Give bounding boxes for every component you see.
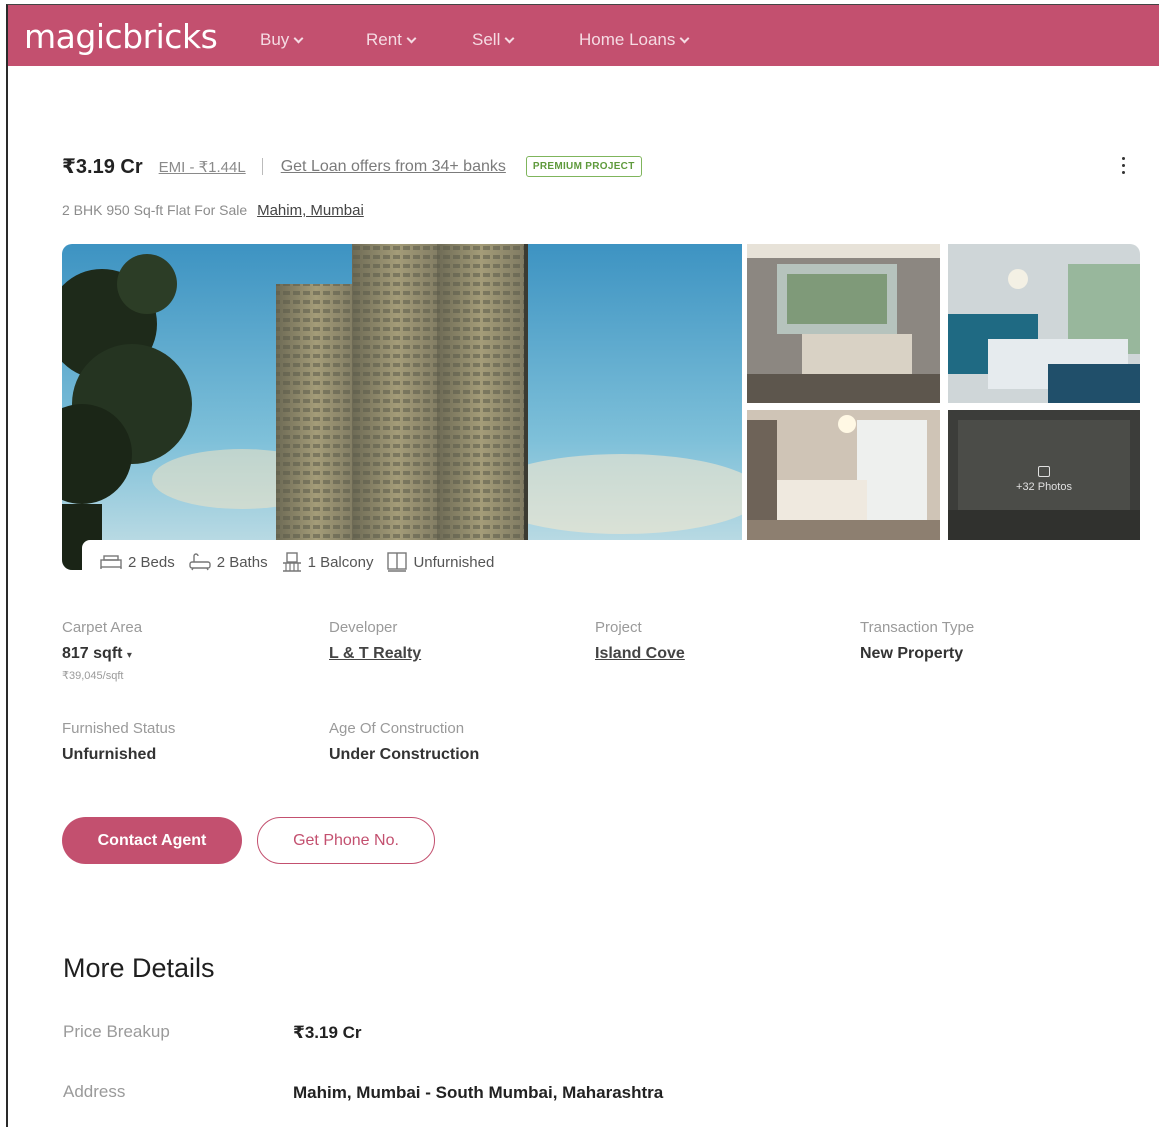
carpet-area-label: Carpet Area bbox=[62, 619, 143, 636]
price-breakup-label: Price Breakup bbox=[63, 1022, 170, 1041]
photos-count-label: +32 Photos bbox=[1016, 481, 1072, 493]
developer-link[interactable]: L & T Realty bbox=[329, 645, 421, 663]
price: ₹3.19 Cr bbox=[62, 156, 143, 178]
bedroom-image bbox=[948, 244, 1140, 403]
more-options-icon[interactable] bbox=[1116, 154, 1130, 178]
emi-link[interactable]: EMI - ₹1.44L bbox=[159, 158, 246, 176]
nav-home-loans[interactable]: Home Loans bbox=[579, 30, 690, 50]
chevron-down-icon bbox=[679, 33, 690, 43]
photo-thumb-2[interactable] bbox=[948, 244, 1140, 403]
project-link[interactable]: Island Cove bbox=[595, 645, 685, 663]
premium-project-badge: PREMIUM PROJECT bbox=[525, 156, 642, 177]
get-phone-button[interactable]: Get Phone No. bbox=[257, 817, 435, 864]
nav-rent[interactable]: Rent bbox=[366, 30, 417, 50]
amenity-label: 2 Beds bbox=[128, 553, 175, 571]
nav-label: Buy bbox=[260, 30, 290, 49]
amenities-bar: 2 Beds 2 Baths 1 Balcony Unfurnished bbox=[82, 540, 1138, 584]
nav-buy[interactable]: Buy bbox=[260, 30, 304, 50]
furnished-status-value: Unfurnished bbox=[62, 746, 157, 763]
loan-offers-link[interactable]: Get Loan offers from 34+ banks bbox=[281, 158, 506, 176]
divider bbox=[261, 158, 263, 175]
address-label: Address bbox=[63, 1082, 126, 1101]
logo[interactable]: magicbricks bbox=[24, 17, 218, 56]
chevron-down-icon bbox=[293, 33, 304, 43]
furnished-status-label: Furnished Status bbox=[62, 720, 176, 737]
listing-subtitle: 2 BHK 950 Sq-ft Flat For Sale Mahim, Mum… bbox=[62, 202, 364, 219]
balcony-icon bbox=[282, 552, 301, 572]
bed-icon bbox=[100, 555, 122, 569]
amenity-label: Unfurnished bbox=[413, 553, 495, 571]
transaction-type-value: New Property bbox=[860, 645, 964, 662]
listing-type: 2 BHK 950 Sq-ft Flat For Sale bbox=[62, 202, 248, 218]
location-link[interactable]: Mahim, Mumbai bbox=[257, 202, 364, 219]
photo-thumb-4[interactable]: +32 Photos bbox=[948, 410, 1140, 540]
transaction-type-label: Transaction Type bbox=[860, 619, 975, 636]
photo-thumb-1[interactable] bbox=[747, 244, 940, 403]
bedroom-image bbox=[747, 244, 940, 403]
nav-sell[interactable]: Sell bbox=[472, 30, 515, 50]
carpet-area-text: 817 sqft bbox=[62, 645, 123, 662]
furnishing-icon bbox=[387, 552, 408, 572]
price-row: ₹3.19 Cr EMI - ₹1.44L Get Loan offers fr… bbox=[62, 154, 642, 179]
amenity-balcony: 1 Balcony bbox=[282, 552, 374, 572]
chevron-down-icon bbox=[504, 33, 515, 43]
price-per-sqft: ₹39,045/sqft bbox=[62, 670, 124, 682]
price-breakup-value: ₹3.19 Cr bbox=[293, 1023, 362, 1042]
amenity-label: 2 Baths bbox=[216, 553, 268, 571]
amenity-furnishing: Unfurnished bbox=[387, 552, 494, 572]
amenity-beds: 2 Beds bbox=[100, 554, 175, 571]
bath-icon bbox=[189, 553, 211, 571]
age-of-construction-value: Under Construction bbox=[329, 746, 480, 763]
chevron-down-icon[interactable]: ▾ bbox=[127, 650, 132, 661]
developer-label: Developer bbox=[329, 619, 398, 636]
top-nav-bar: magicbricks Buy Rent Sell Home Loans bbox=[8, 5, 1159, 66]
more-details-title: More Details bbox=[63, 953, 215, 983]
address-value: Mahim, Mumbai - South Mumbai, Maharashtr… bbox=[293, 1083, 664, 1102]
image-icon bbox=[1038, 466, 1050, 477]
main-photo[interactable] bbox=[62, 244, 742, 570]
age-of-construction-label: Age Of Construction bbox=[329, 720, 465, 737]
photos-count[interactable]: +32 Photos bbox=[1008, 466, 1080, 493]
bedroom-image bbox=[747, 410, 940, 540]
carpet-area-value: 817 sqft ▾ bbox=[62, 645, 132, 663]
contact-agent-button[interactable]: Contact Agent bbox=[62, 817, 242, 864]
amenity-label: 1 Balcony bbox=[307, 553, 374, 571]
nav-label: Rent bbox=[366, 30, 402, 49]
chevron-down-icon bbox=[406, 33, 417, 43]
project-label: Project bbox=[595, 619, 642, 636]
nav-label: Home Loans bbox=[579, 30, 676, 49]
amenity-baths: 2 Baths bbox=[189, 553, 268, 571]
tower-image bbox=[62, 244, 742, 570]
nav-label: Sell bbox=[472, 30, 501, 49]
photo-thumb-3[interactable] bbox=[747, 410, 940, 540]
